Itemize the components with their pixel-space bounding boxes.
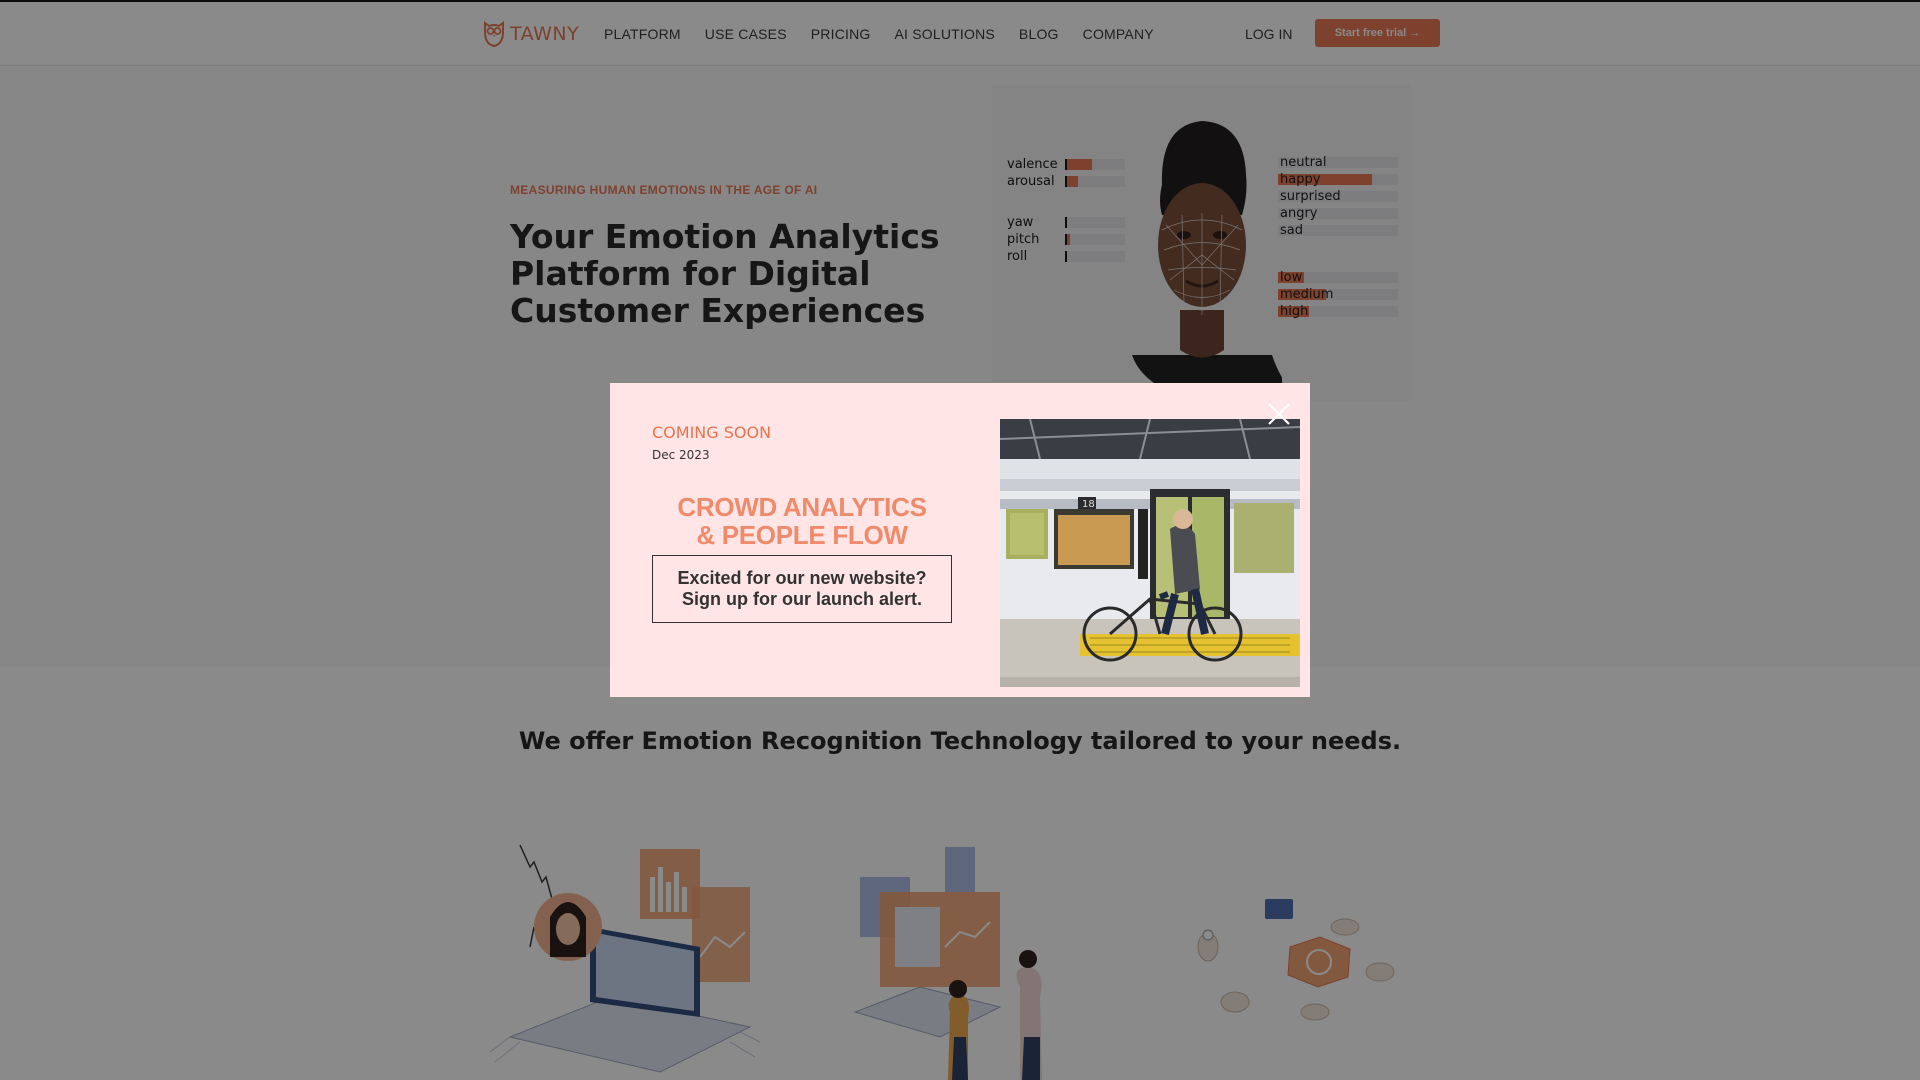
modal-date: Dec 2023 — [652, 448, 710, 462]
signup-line2: Sign up for our launch alert. — [681, 589, 922, 609]
launch-alert-signup-button[interactable]: Excited for our new website? Sign up for… — [652, 555, 952, 623]
train-sign-number: 18 — [1082, 499, 1095, 510]
modal-photo-train-station: 18 — [1000, 419, 1300, 687]
modal-title: CROWD ANALYTICS & PEOPLE FLOW — [652, 493, 952, 549]
modal-title-line2: & PEOPLE FLOW — [696, 520, 908, 550]
modal-title-line1: CROWD ANALYTICS — [677, 492, 927, 522]
signup-line1: Excited for our new website? — [677, 568, 927, 588]
modal-eyebrow: COMING SOON — [652, 423, 772, 442]
close-icon[interactable] — [1264, 399, 1294, 429]
